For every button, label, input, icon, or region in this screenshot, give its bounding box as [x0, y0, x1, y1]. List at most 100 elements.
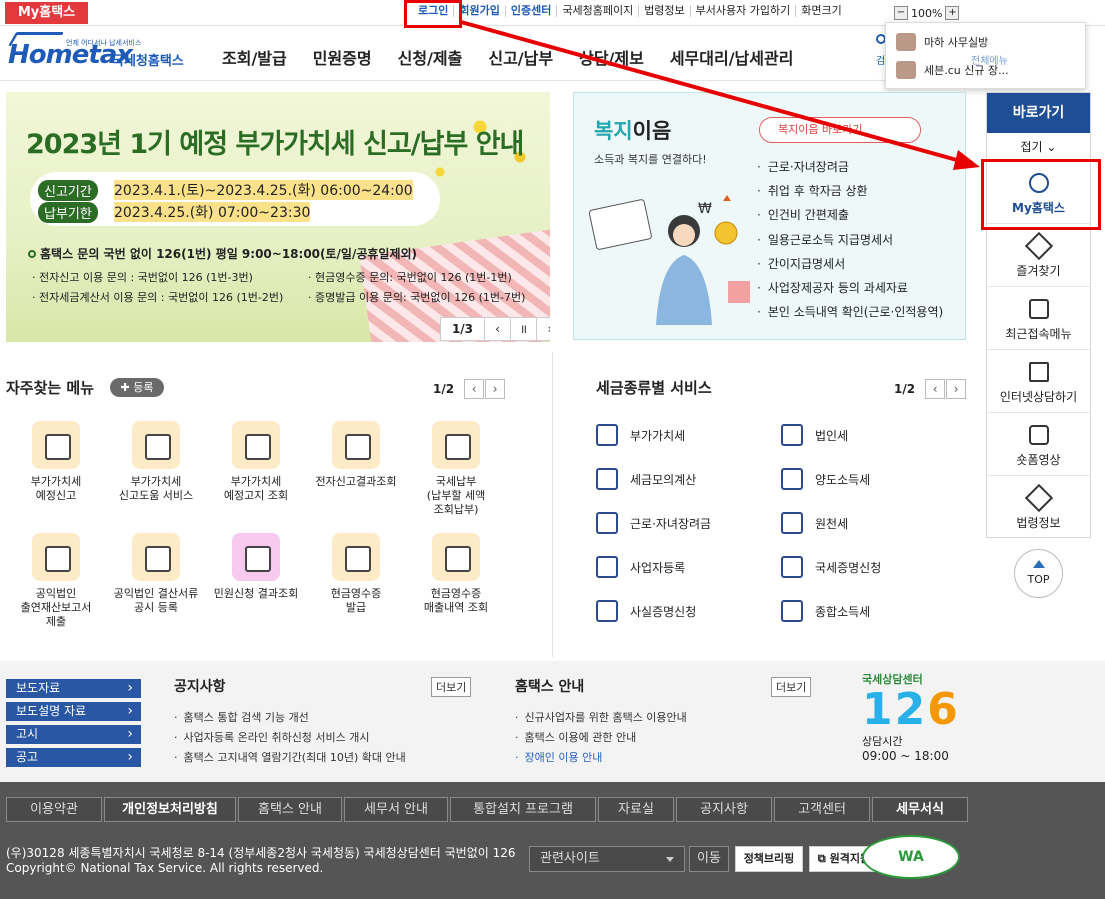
- frequent-item[interactable]: 공익법인 결산서류 공시 등록: [106, 533, 206, 615]
- footer-taxoffice-link[interactable]: 세무서 안내: [344, 797, 448, 822]
- welfare-item[interactable]: 간이지급명세서: [757, 252, 943, 276]
- quick-recent-menu[interactable]: 최근접속메뉴: [987, 287, 1090, 350]
- tax-service-item[interactable]: 종합소득세: [781, 600, 870, 622]
- announcement-tab[interactable]: 공고: [6, 748, 141, 767]
- tax-service-item[interactable]: 부가가치세: [596, 424, 685, 446]
- next-arrow-icon[interactable]: ›: [946, 379, 967, 399]
- welfare-link-button[interactable]: 복지이음 바로가기: [759, 117, 921, 143]
- tax-service-pager: 1/2 ‹ ›: [894, 379, 967, 399]
- footer-privacy-link[interactable]: 개인정보처리방침: [104, 797, 236, 822]
- woman-illustration: ₩: [588, 195, 750, 325]
- notice-item[interactable]: 사업자등록 온라인 취하신청 서비스 개시: [174, 728, 406, 748]
- tax-service-item[interactable]: 국세증명신청: [781, 556, 881, 578]
- tax-service-item[interactable]: 원천세: [781, 512, 848, 534]
- quick-shortform-video[interactable]: 숏폼영상: [987, 413, 1090, 476]
- notice-item[interactable]: 홈택스 고지내역 열람기간(최대 10년) 확대 안내: [174, 748, 406, 768]
- tax-service-item[interactable]: 세금모의계산: [596, 468, 696, 490]
- notification-tab[interactable]: 고시: [6, 725, 141, 744]
- go-button[interactable]: 이동: [689, 846, 729, 872]
- frequent-item[interactable]: 부가가치세 예정신고: [6, 421, 106, 503]
- payment-deadline-value: 2023.4.25.(화) 07:00~23:30: [114, 202, 311, 222]
- footer-terms-link[interactable]: 이용약관: [6, 797, 102, 822]
- prev-arrow-icon[interactable]: ‹: [485, 318, 511, 340]
- policy-briefing-badge[interactable]: 정책브리핑: [735, 846, 803, 872]
- tax-service-item[interactable]: 양도소득세: [781, 468, 870, 490]
- tax-service-item[interactable]: 사업자등록: [596, 556, 685, 578]
- pause-icon[interactable]: ॥: [511, 318, 537, 340]
- law-info-link[interactable]: 법령정보: [639, 5, 691, 17]
- frequent-item[interactable]: 부가가치세 신고도움 서비스: [106, 421, 206, 503]
- notice-more-button[interactable]: 더보기: [431, 677, 472, 697]
- guide-item[interactable]: 장애인 이용 안내: [515, 748, 687, 768]
- prev-arrow-icon[interactable]: ‹: [925, 379, 946, 399]
- zoom-out-button[interactable]: −: [894, 6, 908, 20]
- nts-homepage-link[interactable]: 국세청홈페이지: [557, 5, 640, 17]
- tax-service-title: 세금종류별 서비스: [596, 379, 712, 397]
- footer-tax-forms-link[interactable]: 세무서식: [872, 797, 968, 822]
- quick-online-counsel[interactable]: 인터넷상담하기: [987, 350, 1090, 413]
- footer-install-link[interactable]: 통합설치 프로그램: [450, 797, 596, 822]
- next-arrow-icon[interactable]: ›: [485, 379, 506, 399]
- frequent-item[interactable]: 공익법인 출연재산보고서 제출: [6, 533, 106, 629]
- scroll-top-button[interactable]: TOP: [1014, 549, 1063, 598]
- welfare-item[interactable]: 근로·자녀장려금: [757, 155, 943, 179]
- nav-apply[interactable]: 신청/제출: [398, 45, 463, 69]
- footer-notice-link[interactable]: 공지사항: [676, 797, 772, 822]
- footer-archive-link[interactable]: 자료실: [598, 797, 674, 822]
- frequent-item[interactable]: 국세납부 (납부할 세액 조회납부): [406, 421, 506, 517]
- guide-item[interactable]: 신규사업자를 위한 홈택스 이용안내: [515, 708, 687, 728]
- frequent-menu-title: 자주찾는 메뉴: [6, 379, 95, 397]
- press-release-tab[interactable]: 보도자료: [6, 679, 141, 698]
- footer-support-link[interactable]: 고객센터: [774, 797, 870, 822]
- tax-service-label: 세금모의계산: [630, 472, 697, 487]
- frequent-item[interactable]: 민원신청 결과조회: [206, 533, 306, 601]
- tax-service-item[interactable]: 근로·자녀장려금: [596, 512, 711, 534]
- prev-arrow-icon[interactable]: ‹: [464, 379, 485, 399]
- frequent-item-label: 부가가치세 예정신고: [30, 475, 82, 502]
- banner-period-box: 신고기간 2023.4.1.(토)~2023.4.25.(화) 06:00~24…: [30, 172, 440, 226]
- frequent-item[interactable]: 현금영수증 발급: [306, 533, 406, 615]
- quick-law-info[interactable]: 법령정보: [987, 476, 1090, 539]
- frequent-item[interactable]: 전자신고결과조회: [306, 421, 406, 489]
- press-explanation-tab[interactable]: 보도설명 자료: [6, 702, 141, 721]
- guide-more-button[interactable]: 더보기: [771, 677, 812, 697]
- hometax-logo[interactable]: 언제 어디서나 납세서비스 Hometax 국세청홈택스: [7, 30, 188, 74]
- nav-counsel[interactable]: 상담/제보: [579, 45, 644, 69]
- dept-user-signup-link[interactable]: 부서사용자 가입하기: [691, 5, 797, 17]
- counsel-number-b: 6: [927, 684, 960, 735]
- notice-item[interactable]: 홈택스 통합 검색 기능 개선: [174, 708, 406, 728]
- all-menu-label[interactable]: 전체메뉴: [971, 52, 1008, 67]
- guide-item[interactable]: 홈택스 이용에 관한 안내: [515, 728, 687, 748]
- nav-certificate[interactable]: 민원증명: [313, 45, 372, 69]
- nav-tax-agent[interactable]: 세무대리/납세관리: [670, 45, 794, 69]
- signup-link[interactable]: 회원가입: [454, 5, 506, 17]
- next-arrow-icon[interactable]: ›: [537, 318, 550, 340]
- welfare-item[interactable]: 본인 소득내역 확인(근로·인적용역): [757, 300, 943, 324]
- welfare-item[interactable]: 사업장제공자 등의 과세자료: [757, 276, 943, 300]
- nav-inquiry[interactable]: 조회/발급: [222, 45, 287, 69]
- nav-report-pay[interactable]: 신고/납부: [488, 45, 553, 69]
- main-banner[interactable]: 2023년 1기 예정 부가가치세 신고/납부 안내 신고기간 2023.4.1…: [6, 92, 550, 342]
- add-frequent-button[interactable]: ✚ 등록: [110, 378, 164, 397]
- welfare-item[interactable]: 취업 후 학자금 상환: [757, 179, 943, 203]
- footer-hometax-guide-link[interactable]: 홈택스 안내: [238, 797, 342, 822]
- frequent-item[interactable]: 현금영수증 매출내역 조회: [406, 533, 506, 615]
- tax-service-page-indicator: 1/2: [894, 382, 916, 396]
- counsel-center-number: 126: [862, 687, 962, 733]
- logo-name: 국세청홈택스: [112, 54, 184, 69]
- popup-item[interactable]: 마하 사무실방: [896, 33, 988, 51]
- welfare-item[interactable]: 일용근로소득 지급명세서: [757, 228, 943, 252]
- headset-icon: [232, 533, 280, 581]
- zoom-in-button[interactable]: +: [945, 6, 960, 20]
- related-sites-select[interactable]: 관련사이트: [529, 846, 685, 872]
- quick-favorites[interactable]: 즐겨찾기: [987, 224, 1090, 287]
- tax-service-label: 국세증명신청: [815, 560, 882, 575]
- frequent-item[interactable]: 부가가치세 예정고지 조회: [206, 421, 306, 503]
- tax-service-item[interactable]: 법인세: [781, 424, 848, 446]
- utility-links: 로그인 회원가입 인증센터 국세청홈페이지 법령정보 부서사용자 가입하기 화면…: [413, 5, 847, 17]
- quick-menu-fold[interactable]: 접기 ⌄: [987, 133, 1090, 161]
- cert-center-link[interactable]: 인증센터: [506, 5, 558, 17]
- my-hometax-tab[interactable]: My홈택스: [5, 2, 88, 24]
- tax-service-item[interactable]: 사실증명신청: [596, 600, 696, 622]
- welfare-item[interactable]: 인건비 간편제출: [757, 203, 943, 227]
